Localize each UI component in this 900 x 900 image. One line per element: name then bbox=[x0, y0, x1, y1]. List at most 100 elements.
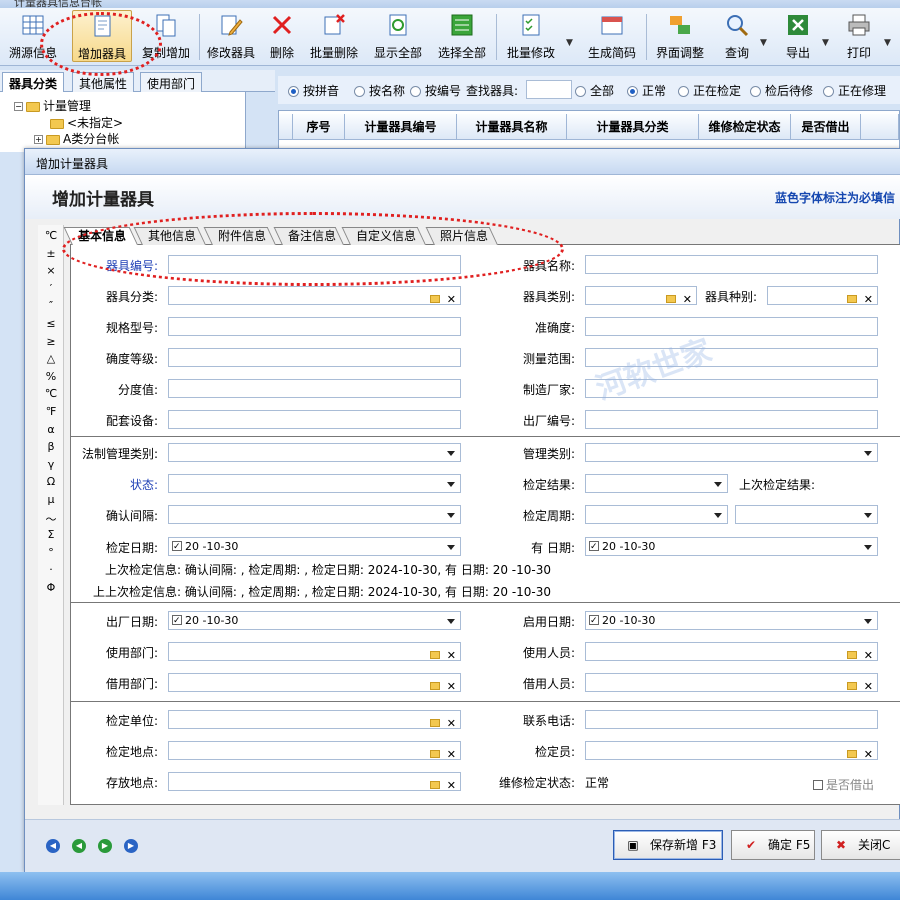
calib-cycle-select[interactable] bbox=[585, 505, 728, 524]
symbol-insert-button[interactable]: ～ bbox=[38, 511, 64, 527]
calibrator-input[interactable]: ✕ bbox=[585, 741, 878, 760]
borrower-input[interactable]: ✕ bbox=[585, 673, 878, 692]
symbol-insert-button[interactable]: ℃ bbox=[38, 229, 64, 242]
status-select[interactable] bbox=[168, 474, 461, 493]
symbol-insert-button[interactable]: × bbox=[38, 264, 64, 277]
print-button[interactable]: 打印 bbox=[843, 10, 875, 62]
radio-status-normal[interactable]: 正常 bbox=[627, 82, 666, 99]
copy-add-button[interactable]: 复制增加 bbox=[138, 10, 194, 62]
trace-info-button[interactable]: 溯源信息 bbox=[6, 10, 60, 62]
batch-delete-button[interactable]: 批量删除 bbox=[306, 10, 362, 62]
symbol-insert-button[interactable]: % bbox=[38, 370, 64, 383]
clear-icon[interactable]: ✕ bbox=[447, 291, 456, 305]
phone-input[interactable] bbox=[585, 710, 878, 729]
confirm-interval-select[interactable] bbox=[168, 505, 461, 524]
checkbox-icon[interactable] bbox=[813, 779, 823, 790]
query-dropdown-icon[interactable]: ▼ bbox=[760, 38, 767, 48]
batch-modify-button[interactable]: 批量修改 bbox=[503, 10, 559, 62]
symbol-insert-button[interactable]: α bbox=[38, 423, 64, 436]
category-input[interactable]: ✕ bbox=[168, 286, 461, 305]
folder-browse-icon[interactable] bbox=[846, 295, 857, 303]
start-date-picker[interactable]: 20 -10-30 bbox=[585, 611, 878, 630]
use-dept-input[interactable]: ✕ bbox=[168, 642, 461, 661]
factory-date-picker[interactable]: 20 -10-30 bbox=[168, 611, 461, 630]
folder-browse-icon[interactable] bbox=[846, 651, 857, 659]
model-input[interactable] bbox=[168, 317, 461, 336]
search-input[interactable] bbox=[526, 80, 572, 99]
folder-browse-icon[interactable] bbox=[429, 682, 440, 690]
radio-status-calibrating[interactable]: 正在检定 bbox=[678, 82, 741, 99]
next-record-icon[interactable]: ▶ bbox=[98, 839, 112, 853]
clear-icon[interactable]: ✕ bbox=[447, 678, 456, 692]
tab-other-info[interactable]: 其他信息 bbox=[133, 227, 206, 245]
tab-using-department[interactable]: 使用部门 bbox=[140, 72, 203, 92]
tab-instrument-category[interactable]: 器具分类 bbox=[2, 72, 65, 92]
folder-browse-icon[interactable] bbox=[665, 295, 676, 303]
radio-search-code[interactable]: 按编号 bbox=[410, 82, 461, 99]
calib-date-picker[interactable]: 20 -10-30 bbox=[168, 537, 461, 556]
clear-icon[interactable]: ✕ bbox=[447, 777, 456, 791]
accuracy-grade-input[interactable] bbox=[168, 348, 461, 367]
symbol-insert-button[interactable]: ″ bbox=[38, 299, 64, 312]
lent-out-checkbox[interactable]: 是否借出 bbox=[813, 776, 874, 793]
export-button[interactable]: 导出 bbox=[782, 10, 814, 62]
tab-photo-info[interactable]: 照片信息 bbox=[425, 227, 498, 245]
clear-icon[interactable]: ✕ bbox=[447, 715, 456, 729]
clear-icon[interactable]: ✕ bbox=[683, 291, 692, 305]
folder-browse-icon[interactable] bbox=[846, 682, 857, 690]
symbol-insert-button[interactable]: Σ bbox=[38, 528, 64, 541]
checkbox-checked-icon[interactable] bbox=[589, 539, 599, 555]
calib-place-input[interactable]: ✕ bbox=[168, 741, 461, 760]
first-record-icon[interactable]: ◀ bbox=[46, 839, 60, 853]
name-input[interactable] bbox=[585, 255, 878, 274]
close-button[interactable]: ✖ 关闭C bbox=[821, 830, 900, 860]
ok-button[interactable]: ✔ 确定 F5 bbox=[731, 830, 815, 860]
tab-remarks-info[interactable]: 备注信息 bbox=[273, 227, 344, 245]
symbol-insert-button[interactable]: △ bbox=[38, 352, 64, 365]
add-instrument-button[interactable]: 增加器具 bbox=[72, 10, 132, 62]
clear-icon[interactable]: ✕ bbox=[864, 291, 873, 305]
grid-header[interactable]: 计量器具名称 bbox=[457, 114, 567, 140]
resolution-input[interactable] bbox=[168, 379, 461, 398]
radio-search-pinyin[interactable]: 按拼音 bbox=[288, 82, 339, 99]
folder-browse-icon[interactable] bbox=[429, 719, 440, 727]
storage-input[interactable]: ✕ bbox=[168, 772, 461, 791]
symbol-insert-button[interactable]: Φ bbox=[38, 581, 64, 594]
checkbox-checked-icon[interactable] bbox=[172, 613, 182, 629]
borrow-dept-input[interactable]: ✕ bbox=[168, 673, 461, 692]
symbol-insert-button[interactable]: Ω bbox=[38, 475, 64, 488]
grid-header[interactable]: 计量器具分类 bbox=[567, 114, 699, 140]
tab-attachment-info[interactable]: 附件信息 bbox=[203, 227, 276, 245]
symbol-insert-button[interactable]: ℃ bbox=[38, 387, 64, 400]
symbol-insert-button[interactable]: ≥ bbox=[38, 335, 64, 348]
symbol-insert-button[interactable]: γ bbox=[38, 458, 64, 471]
query-button[interactable]: 查询 bbox=[720, 10, 754, 62]
collapse-icon[interactable]: − bbox=[14, 102, 23, 111]
grid-header[interactable] bbox=[861, 114, 899, 140]
accessory-input[interactable] bbox=[168, 410, 461, 429]
clear-icon[interactable]: ✕ bbox=[864, 678, 873, 692]
clear-icon[interactable]: ✕ bbox=[447, 647, 456, 661]
layout-adjust-button[interactable]: 界面调整 bbox=[652, 10, 708, 62]
grid-header[interactable]: 序号 bbox=[293, 114, 345, 140]
folder-browse-icon[interactable] bbox=[429, 750, 440, 758]
export-dropdown-icon[interactable]: ▼ bbox=[822, 38, 829, 48]
folder-browse-icon[interactable] bbox=[429, 651, 440, 659]
folder-browse-icon[interactable] bbox=[429, 781, 440, 789]
symbol-insert-button[interactable]: ± bbox=[38, 247, 64, 260]
batch-modify-dropdown-icon[interactable]: ▼ bbox=[566, 38, 573, 48]
symbol-insert-button[interactable]: ° bbox=[38, 546, 64, 559]
symbol-insert-button[interactable]: ′ bbox=[38, 282, 64, 295]
tree-item[interactable]: <未指定> bbox=[50, 114, 123, 131]
clear-icon[interactable]: ✕ bbox=[447, 746, 456, 760]
clear-icon[interactable]: ✕ bbox=[864, 647, 873, 661]
tab-other-attributes[interactable]: 其他属性 bbox=[72, 72, 135, 92]
select-all-button[interactable]: 选择全部 bbox=[434, 10, 490, 62]
tab-custom-info[interactable]: 自定义信息 bbox=[341, 227, 426, 245]
generate-shortcode-button[interactable]: 生成简码 bbox=[584, 10, 640, 62]
print-dropdown-icon[interactable]: ▼ bbox=[884, 38, 891, 48]
radio-search-name[interactable]: 按名称 bbox=[354, 82, 405, 99]
symbol-insert-button[interactable]: β bbox=[38, 440, 64, 453]
symbol-insert-button[interactable]: μ bbox=[38, 493, 64, 506]
calib-result-select[interactable] bbox=[585, 474, 728, 493]
